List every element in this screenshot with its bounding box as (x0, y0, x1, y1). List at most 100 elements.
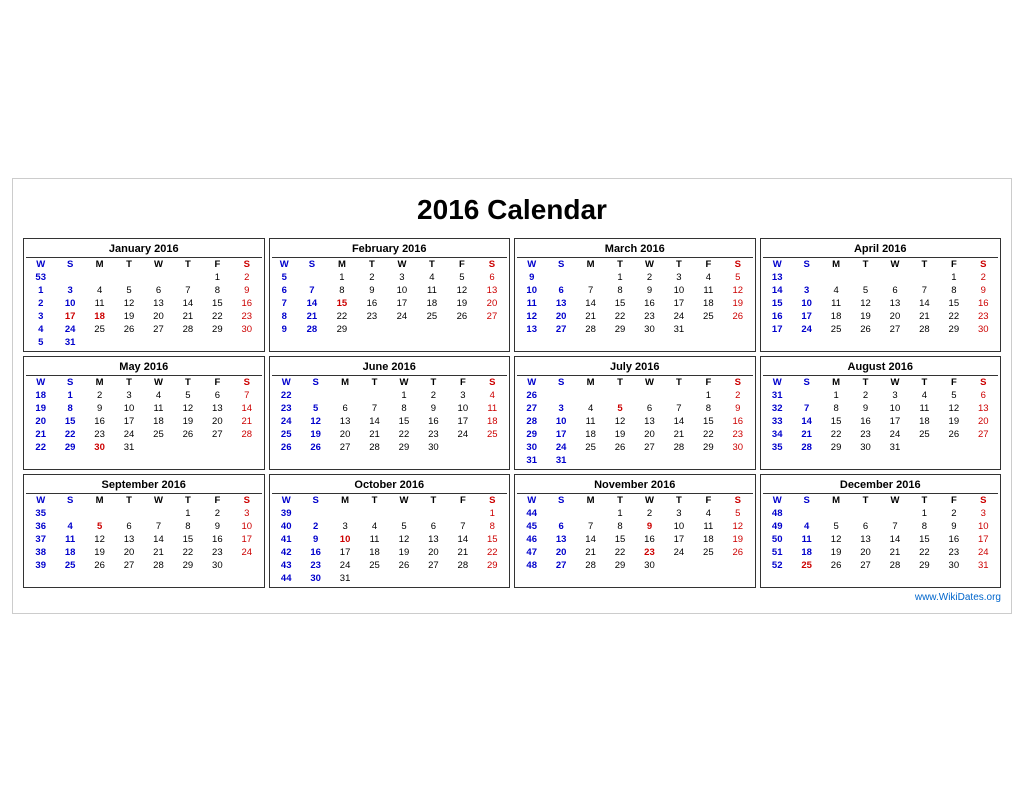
cal-cell: 25 (821, 323, 850, 336)
cal-cell: 2 (635, 507, 664, 520)
col-header: W (880, 494, 909, 507)
cal-cell: 7 (448, 520, 477, 533)
footer: www.WikiDates.org (23, 592, 1001, 603)
cal-cell: 12 (939, 402, 968, 415)
cal-cell (297, 271, 327, 284)
cal-cell: 24 (114, 428, 143, 441)
cal-cell: 16 (635, 297, 664, 310)
cal-cell: 23 (851, 428, 880, 441)
col-header: S (55, 376, 84, 389)
table-row: 3131 (517, 454, 753, 467)
cal-cell: 19 (301, 428, 330, 441)
cal-cell: 9 (939, 520, 968, 533)
cal-cell (173, 271, 202, 284)
month-title: September 2016 (26, 477, 262, 494)
cal-cell: 10 (792, 297, 821, 310)
cal-cell: 15 (821, 415, 850, 428)
table-row: 273456789 (517, 402, 753, 415)
cal-cell: 18 (144, 415, 173, 428)
cal-cell: 3 (664, 507, 693, 520)
cal-cell: 3 (880, 389, 909, 402)
cal-cell: 26 (821, 559, 850, 572)
cal-cell: 17 (330, 546, 359, 559)
cal-cell: 12 (389, 533, 418, 546)
cal-cell: 7 (576, 520, 605, 533)
cal-cell: 9 (723, 402, 752, 415)
col-header: W (635, 258, 664, 271)
month-table: WSMTWTFS48123494567891050111213141516175… (763, 494, 999, 572)
cal-cell: 10 (55, 297, 84, 310)
col-header: S (297, 258, 327, 271)
cal-cell: 33 (763, 415, 792, 428)
col-header: S (723, 376, 752, 389)
cal-cell: 3 (387, 271, 417, 284)
col-header: F (939, 494, 968, 507)
cal-cell: 11 (694, 284, 723, 297)
cal-cell: 28 (232, 428, 261, 441)
cal-cell: 5 (301, 402, 330, 415)
cal-cell: 22 (478, 546, 507, 559)
cal-cell: 18 (26, 389, 55, 402)
cal-cell: 10 (387, 284, 417, 297)
cal-cell: 30 (939, 559, 968, 572)
cal-cell: 16 (851, 415, 880, 428)
cal-cell: 25 (360, 559, 389, 572)
cal-cell: 28 (576, 559, 605, 572)
cal-cell: 7 (910, 284, 939, 297)
month-title: July 2016 (517, 359, 753, 376)
table-row: 5118192021222324 (763, 546, 999, 559)
col-header: T (173, 258, 202, 271)
cal-cell: 16 (939, 533, 968, 546)
table-row: 2810111213141516 (517, 415, 753, 428)
table-row: 2917181920212223 (517, 428, 753, 441)
col-header: M (330, 494, 359, 507)
cal-cell: 26 (517, 389, 546, 402)
cal-cell (360, 572, 389, 585)
cal-cell: 31 (664, 323, 693, 336)
col-header: F (694, 376, 723, 389)
cal-cell: 11 (517, 297, 546, 310)
col-header: M (576, 494, 605, 507)
cal-cell: 28 (792, 441, 821, 454)
cal-cell: 29 (478, 559, 507, 572)
cal-cell: 4 (144, 389, 173, 402)
cal-cell: 21 (144, 546, 173, 559)
cal-cell: 1 (55, 389, 84, 402)
cal-cell: 10 (448, 402, 477, 415)
cal-cell: 5 (851, 284, 880, 297)
col-header: T (605, 258, 634, 271)
cal-cell: 3 (448, 389, 477, 402)
cal-cell: 25 (694, 546, 723, 559)
cal-cell (478, 572, 507, 585)
cal-cell: 29 (605, 323, 634, 336)
cal-cell: 1 (26, 284, 55, 297)
table-row: 5011121314151617 (763, 533, 999, 546)
table-row: 3711121314151617 (26, 533, 262, 546)
cal-cell: 23 (969, 310, 998, 323)
cal-cell: 2 (232, 271, 261, 284)
col-header: F (939, 258, 968, 271)
cal-cell: 10 (664, 520, 693, 533)
cal-cell: 28 (576, 323, 605, 336)
month-block: September 2016WSMTWTFS351233645678910371… (23, 474, 265, 588)
month-title: May 2016 (26, 359, 262, 376)
table-row: 35123 (26, 507, 262, 520)
cal-cell: 22 (173, 546, 202, 559)
cal-cell: 23 (723, 428, 752, 441)
table-row: 419101112131415 (272, 533, 508, 546)
month-table: WSMTWTFS51234566789101112137141516171819… (272, 258, 508, 336)
col-header: S (723, 258, 752, 271)
cal-cell: 15 (55, 415, 84, 428)
col-header: T (173, 376, 202, 389)
cal-cell: 27 (880, 323, 909, 336)
cal-cell: 13 (144, 297, 173, 310)
col-header: S (55, 494, 84, 507)
cal-cell: 18 (85, 310, 114, 323)
col-header: M (576, 376, 605, 389)
cal-cell: 13 (880, 297, 909, 310)
cal-cell: 10 (546, 415, 575, 428)
cal-cell: 12 (821, 533, 850, 546)
cal-cell (694, 454, 723, 467)
cal-cell: 11 (85, 297, 114, 310)
cal-cell (576, 454, 605, 467)
